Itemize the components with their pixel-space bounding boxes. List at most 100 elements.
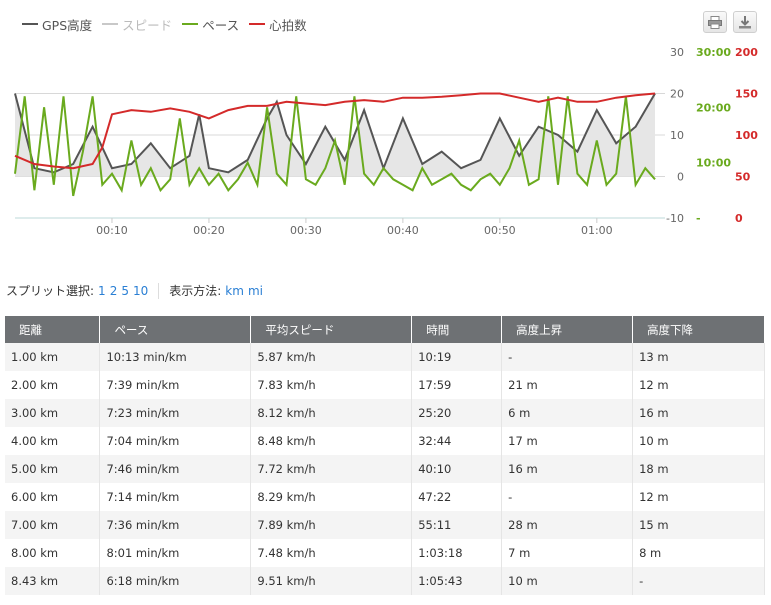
legend-item-speed[interactable]: スピード (102, 15, 172, 34)
pace-tick-label: 30:00 (696, 46, 731, 59)
altitude-tick-label: 30 (670, 46, 684, 59)
cell-elev-gain: 28 m (501, 511, 634, 539)
unit-option-mi[interactable]: mi (248, 284, 263, 298)
download-button[interactable] (733, 11, 757, 33)
cell-distance: 1.00 km (5, 343, 101, 371)
hr-tick-label: 200 (735, 46, 758, 59)
chart: 00:10 00:20 00:30 00:40 00:50 01:003020100-10… (14, 46, 758, 237)
x-tick-label: 01:00 (581, 224, 613, 237)
print-button[interactable] (703, 11, 727, 33)
cell-avg-speed: 8.48 km/h (250, 427, 413, 455)
split-option-2[interactable]: 2 (110, 284, 118, 298)
download-icon (739, 15, 751, 28)
cell-elev-gain: 6 m (501, 399, 634, 427)
altitude-tick-label: 10 (670, 129, 684, 142)
legend-line-altitude (22, 23, 38, 25)
unit-option-km[interactable]: km (225, 284, 244, 298)
cell-time: 32:44 (411, 427, 503, 455)
cell-distance: 5.00 km (5, 455, 101, 483)
header-elev-gain-label: 高度上昇 (516, 322, 563, 337)
cell-elev-loss: 18 m (632, 455, 765, 483)
split-option-10[interactable]: 10 (133, 284, 148, 298)
cell-avg-speed: 7.48 km/h (250, 539, 413, 567)
cell-pace: 7:46 min/km (99, 455, 252, 483)
cell-time: 55:11 (411, 511, 503, 539)
header-avg-speed[interactable]: 平均スピード (250, 316, 413, 343)
x-tick-label: 00:30 (290, 224, 322, 237)
legend-label-speed: スピード (122, 17, 173, 33)
cell-time: 17:59 (411, 371, 503, 399)
cell-time: 25:20 (411, 399, 503, 427)
unit-label: 表示方法: (169, 284, 222, 298)
cell-avg-speed: 7.83 km/h (250, 371, 413, 399)
cell-pace: 8:01 min/km (99, 539, 252, 567)
x-tick-label: 00:20 (193, 224, 225, 237)
hr-tick-label: 100 (735, 129, 758, 142)
cell-pace: 7:36 min/km (99, 511, 252, 539)
chart-legend: GPS高度 スピード ペース 心拍数 (22, 14, 317, 34)
header-time[interactable]: 時間 (411, 316, 503, 343)
legend-label-hr: 心拍数 (269, 17, 307, 33)
cell-time: 10:19 (411, 343, 503, 371)
print-icon (708, 15, 722, 29)
cell-elev-loss: 8 m (632, 539, 765, 567)
split-option-1[interactable]: 1 (98, 284, 106, 298)
header-distance[interactable]: 距離 (5, 316, 101, 343)
cell-elev-gain: - (501, 343, 634, 371)
altitude-tick-label: -10 (666, 212, 684, 225)
header-pace[interactable]: ペース (99, 316, 252, 343)
table-row: 1.00 km 10:13 min/km 5.87 km/h 10:19-13 m (5, 343, 765, 371)
cell-avg-speed: 5.87 km/h (250, 343, 413, 371)
hr-tick-label: 0 (735, 212, 743, 225)
cell-pace: 7:39 min/km (99, 371, 252, 399)
cell-elev-loss: 13 m (632, 343, 765, 371)
legend-label-pace: ペース (202, 17, 240, 33)
cell-avg-speed: 8.12 km/h (250, 399, 413, 427)
split-label: スプリット選択: (6, 284, 95, 298)
x-tick-label: 00:10 (96, 224, 128, 237)
legend-item-hr[interactable]: 心拍数 (249, 15, 307, 34)
legend-line-hr (249, 23, 266, 25)
altitude-tick-label: 20 (670, 88, 684, 101)
legend-item-altitude[interactable]: GPS高度 (22, 15, 92, 34)
header-pace-label: ペース (114, 322, 149, 337)
hr-tick-label: 150 (735, 88, 758, 101)
cell-distance: 6.00 km (5, 483, 101, 511)
cell-elev-gain: 16 m (501, 455, 634, 483)
legend-item-pace[interactable]: ペース (182, 15, 239, 34)
cell-distance: 7.00 km (5, 511, 101, 539)
altitude-tick-label: 0 (677, 171, 684, 184)
splits-table: 距離 ペース 平均スピード 時間 高度上昇 高度下降 1.00 km 10:13 … (5, 316, 765, 595)
cell-elev-gain: 21 m (501, 371, 634, 399)
cell-avg-speed: 9.51 km/h (250, 567, 413, 595)
cell-pace: 6:18 min/km (99, 567, 252, 595)
table-body: 1.00 km 10:13 min/km 5.87 km/h 10:19-13 m 2.… (5, 343, 765, 595)
pace-tick-label: - (696, 212, 701, 225)
cell-elev-gain: 17 m (501, 427, 634, 455)
split-divider (158, 282, 160, 299)
header-distance-label: 距離 (19, 322, 42, 337)
cell-elev-loss: 10 m (632, 427, 765, 455)
table-row: 2.00 km 7:39 min/km 7.83 km/h 17:59 21 m 12 m (5, 371, 765, 399)
cell-elev-loss: - (632, 567, 765, 595)
table-row: 8.00 km 8:01 min/km 7.48 km/h 1:03:18 7 m8 m (5, 539, 765, 567)
table-row: 7.00 km 7:36 min/km 7.89 km/h 55:11 28 m 15 m (5, 511, 765, 539)
cell-elev-gain: - (501, 483, 634, 511)
cell-time: 1:05:43 (411, 567, 503, 595)
cell-distance: 3.00 km (5, 399, 101, 427)
cell-elev-loss: 12 m (632, 371, 765, 399)
x-tick-label: 00:40 (387, 224, 419, 237)
header-elev-gain[interactable]: 高度上昇 (501, 316, 634, 343)
legend-line-pace (182, 23, 199, 25)
split-option-5[interactable]: 5 (121, 284, 129, 298)
cell-avg-speed: 8.29 km/h (250, 483, 413, 511)
table-row: 6.00 km 7:14 min/km 8.29 km/h 47:22-12 m (5, 483, 765, 511)
header-elev-loss[interactable]: 高度下降 (632, 316, 765, 343)
cell-time: 1:03:18 (411, 539, 503, 567)
table-row: 3.00 km 7:23 min/km 8.12 km/h 25:20 6 m 16 m (5, 399, 765, 427)
x-tick-label: 00:50 (484, 224, 516, 237)
cell-elev-gain: 7 m (501, 539, 634, 567)
cell-distance: 4.00 km (5, 427, 101, 455)
chart-toolbar (703, 11, 757, 33)
cell-elev-loss: 16 m (632, 399, 765, 427)
